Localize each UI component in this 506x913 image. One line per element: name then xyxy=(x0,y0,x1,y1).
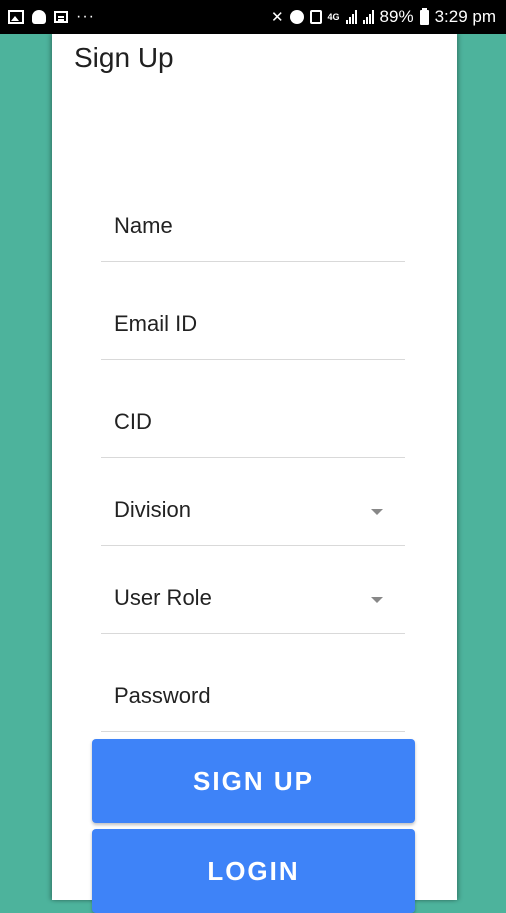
status-left: ··· xyxy=(8,0,95,34)
dropdown-arrow-icon xyxy=(371,509,383,515)
snapchat-icon xyxy=(32,10,46,24)
news-icon xyxy=(54,11,68,23)
division-select[interactable]: Division xyxy=(101,486,405,546)
more-dots-icon: ··· xyxy=(76,8,95,25)
page-title: Sign Up xyxy=(74,42,174,73)
name-placeholder: Name xyxy=(114,213,173,238)
user-role-select[interactable]: User Role xyxy=(101,574,405,634)
password-placeholder: Password xyxy=(114,683,211,708)
battery-percent: 89% xyxy=(379,7,414,26)
dropdown-arrow-icon xyxy=(371,597,383,603)
status-bar: ··· ✕ 4G 89% 3:29 pm xyxy=(0,0,506,34)
email-placeholder: Email ID xyxy=(114,311,198,336)
lte-icon: 4G xyxy=(327,11,340,22)
password-field[interactable]: Password xyxy=(101,672,405,732)
nfc-icon xyxy=(309,10,322,24)
signup-card: Sign Up Name Email ID CID Division User … xyxy=(52,34,457,913)
battery-icon xyxy=(419,7,429,25)
gallery-icon xyxy=(8,10,24,24)
sign-up-button[interactable]: SIGN UP xyxy=(92,739,415,823)
signal-icon xyxy=(362,10,374,24)
name-field[interactable]: Name xyxy=(101,202,405,262)
login-button[interactable]: LOGIN xyxy=(92,829,415,913)
email-field[interactable]: Email ID xyxy=(101,300,405,360)
cid-field[interactable]: CID xyxy=(101,398,405,458)
alarm-icon xyxy=(289,10,304,24)
status-right: ✕ 4G 89% 3:29 pm xyxy=(271,0,496,34)
cid-placeholder: CID xyxy=(114,409,152,434)
signal-icon xyxy=(345,10,357,24)
mute-icon: ✕ xyxy=(270,9,284,26)
division-placeholder: Division xyxy=(114,497,192,522)
user-role-placeholder: User Role xyxy=(114,585,212,610)
clock: 3:29 pm xyxy=(434,7,496,26)
